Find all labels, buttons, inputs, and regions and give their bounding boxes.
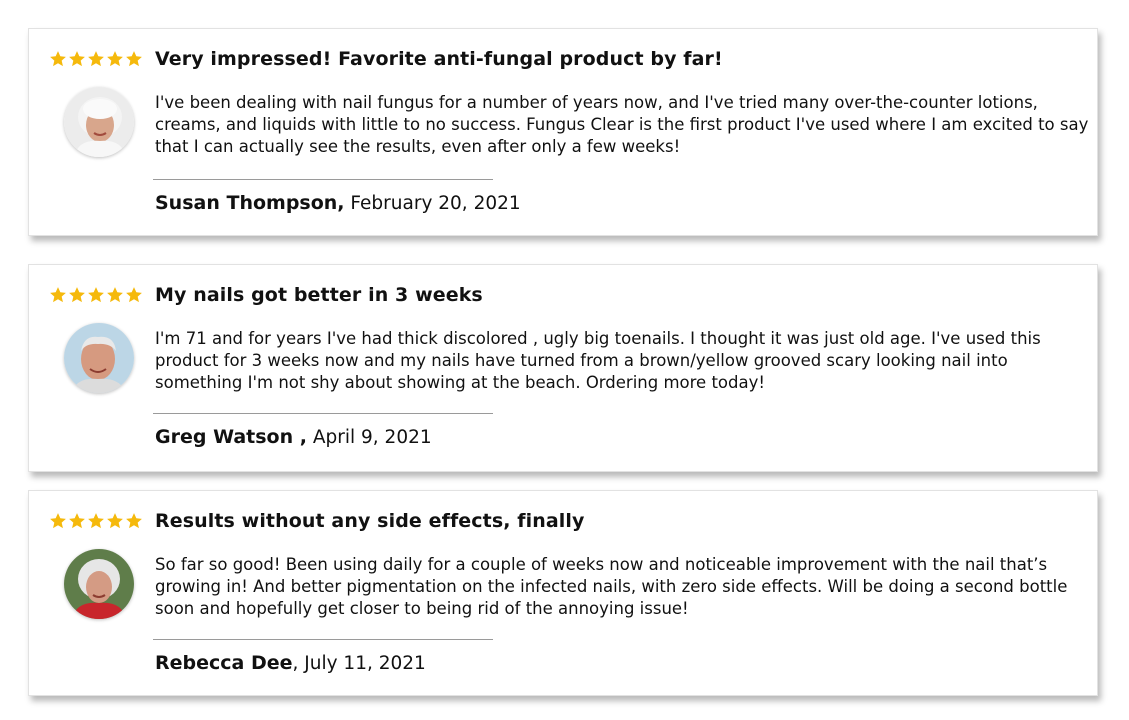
star-icon [107, 513, 123, 529]
star-rating [49, 512, 143, 530]
review-title: My nails got better in 3 weeks [155, 284, 483, 306]
star-rating [49, 50, 143, 68]
review-body: I'm 71 and for years I've had thick disc… [155, 329, 1041, 392]
star-icon [88, 51, 104, 67]
star-icon [107, 287, 123, 303]
star-icon [126, 51, 142, 67]
review-card: Very impressed! Favorite anti-fungal pro… [28, 28, 1098, 236]
star-icon [50, 513, 66, 529]
review-card: Results without any side effects, finall… [28, 490, 1098, 696]
author-line: Greg Watson , April 9, 2021 [155, 426, 432, 448]
elderly-woman-avatar [64, 549, 134, 619]
divider [153, 413, 493, 414]
reviewer-name: Susan Thompson, [155, 192, 345, 214]
review-body: So far so good! Been using daily for a c… [155, 555, 1068, 618]
star-icon [69, 51, 85, 67]
review-date: April 9, 2021 [306, 427, 432, 448]
reviewer-name: Greg Watson , [155, 426, 307, 448]
elderly-man-avatar [64, 323, 134, 393]
review-title: Very impressed! Favorite anti-fungal pro… [155, 48, 723, 70]
author-line: Rebecca Dee, July 11, 2021 [155, 652, 426, 674]
author-line: Susan Thompson, February 20, 2021 [155, 192, 521, 214]
star-icon [88, 287, 104, 303]
star-icon [88, 513, 104, 529]
divider [153, 639, 493, 640]
star-icon [107, 51, 123, 67]
star-icon [50, 287, 66, 303]
star-icon [50, 51, 66, 67]
reviewer-name: Rebecca Dee [155, 652, 293, 674]
star-rating [49, 286, 143, 304]
elderly-woman-avatar [64, 87, 134, 157]
star-icon [126, 287, 142, 303]
review-body: I've been dealing with nail fungus for a… [155, 93, 1089, 156]
star-icon [126, 513, 142, 529]
review-date: February 20, 2021 [344, 193, 521, 214]
divider [153, 179, 493, 180]
star-icon [69, 287, 85, 303]
review-card: My nails got better in 3 weeks I'm 71 an… [28, 264, 1098, 472]
review-title: Results without any side effects, finall… [155, 510, 585, 532]
star-icon [69, 513, 85, 529]
review-date: , July 11, 2021 [292, 653, 426, 674]
